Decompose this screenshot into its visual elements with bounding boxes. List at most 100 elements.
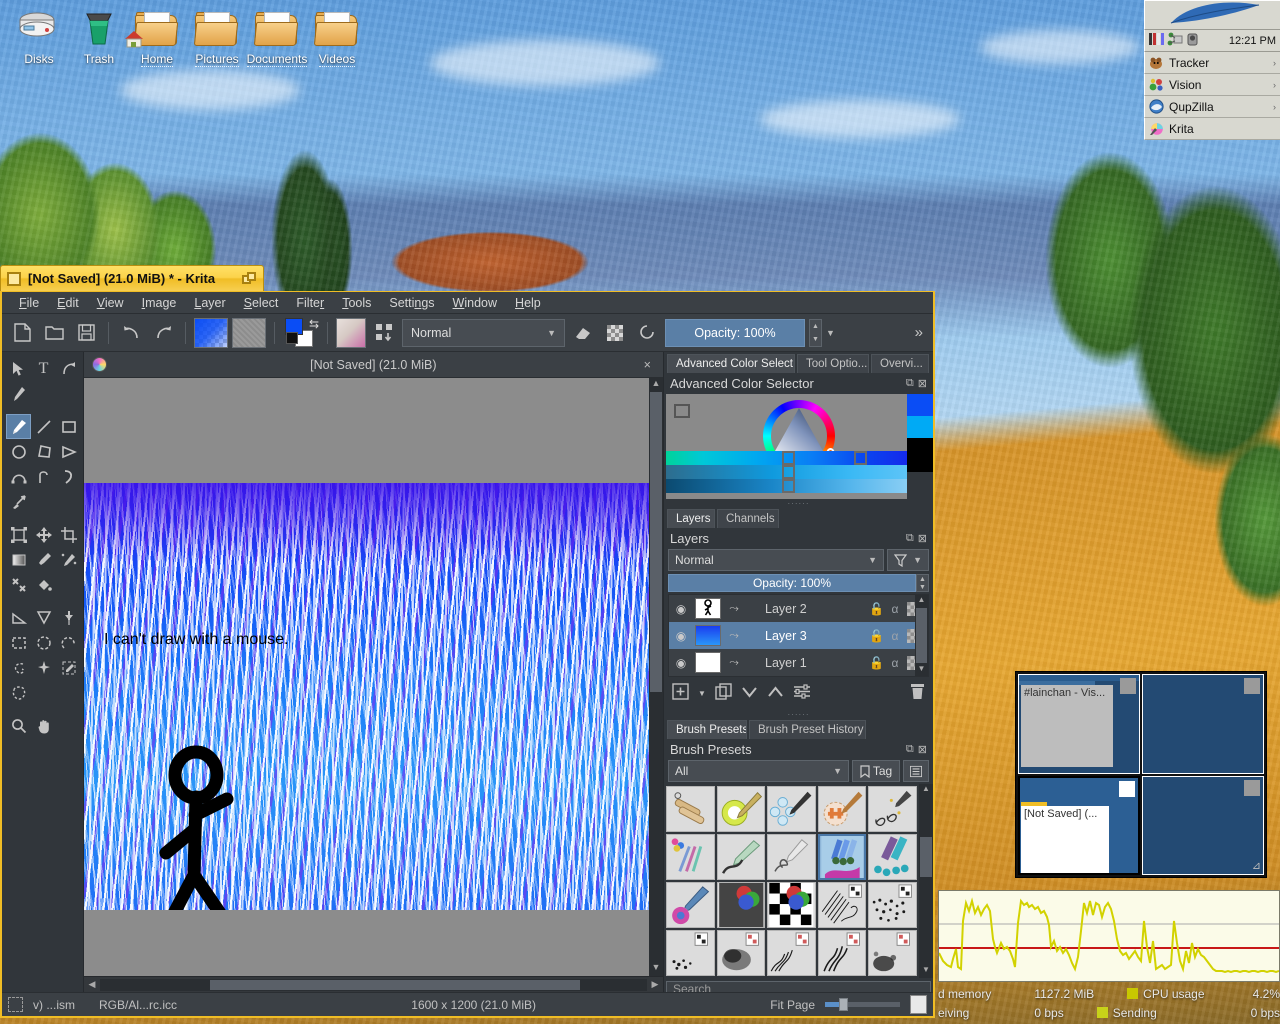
tab-channels[interactable]: Channels — [717, 509, 779, 528]
rectangular-selection-tool[interactable] — [6, 630, 31, 655]
eraser-mode-button[interactable] — [569, 319, 597, 347]
brush-preset-cell[interactable] — [716, 834, 766, 880]
close-icon[interactable]: ⊠ — [918, 743, 927, 756]
new-document-button[interactable] — [8, 319, 36, 347]
layer-name[interactable]: Layer 2 — [747, 602, 865, 616]
menu-tools[interactable]: Tools — [333, 294, 380, 312]
polygonal-selection-tool[interactable] — [56, 630, 81, 655]
layer-lock-icon[interactable]: 🔓 — [869, 629, 884, 643]
deskbar-item-krita[interactable]: Krita — [1144, 118, 1280, 140]
menu-settings[interactable]: Settings — [380, 294, 443, 312]
gradient-tool[interactable] — [6, 547, 31, 572]
delete-layer-button[interactable] — [910, 683, 925, 704]
canvas-viewport[interactable]: I can't draw with a mouse. ▲ ▼ — [84, 378, 663, 976]
scrollbar-thumb[interactable] — [210, 979, 580, 990]
hue-marker[interactable] — [782, 451, 795, 465]
layer-name[interactable]: Layer 3 — [747, 629, 865, 643]
duplicate-layer-button[interactable] — [715, 683, 732, 704]
tab-layers[interactable]: Layers — [667, 509, 715, 528]
menu-image[interactable]: Image — [133, 294, 186, 312]
opacity-slider[interactable]: Opacity: 100% — [665, 318, 805, 347]
brush-preset-cell[interactable] — [767, 834, 816, 880]
resize-handle[interactable]: ⊿ — [1252, 859, 1261, 872]
foreground-background-color[interactable]: ⇆ — [285, 317, 319, 348]
move-layer-up-button[interactable] — [767, 685, 784, 703]
float-icon[interactable]: ⧉ — [906, 377, 914, 390]
freehand-brush-tool[interactable] — [6, 414, 31, 439]
status-bar[interactable]: v) ...ism RGB/Al...rc.icc 1600 x 1200 (2… — [2, 992, 933, 1016]
brush-preset-cell[interactable] — [666, 930, 715, 976]
dock-splitter[interactable]: ······ — [664, 499, 933, 508]
zoom-reset-button[interactable] — [910, 995, 927, 1014]
default-colors-icon[interactable] — [286, 331, 298, 344]
select-shapes-tool[interactable] — [6, 356, 31, 381]
brush-preset-cell[interactable] — [767, 786, 816, 832]
volume-icon[interactable] — [1186, 32, 1200, 49]
pan-tool[interactable] — [31, 713, 56, 738]
dynamic-brush-tool[interactable] — [56, 464, 81, 489]
scrollbar-track[interactable] — [100, 978, 647, 991]
close-box-icon[interactable] — [7, 271, 21, 286]
scroll-up-arrow[interactable]: ▲ — [919, 784, 933, 797]
color-history-swatches[interactable] — [907, 394, 933, 499]
brush-preset-cell-selected[interactable] — [817, 834, 867, 880]
layers-list[interactable]: ◉ ⤳ Layer 2 🔓 α ◉ ⤳ Layer 3 🔓 α ◉ ⤳ Laye… — [668, 594, 929, 677]
canvas-horizontal-scrollbar[interactable]: ◀ ▶ — [84, 976, 663, 992]
close-icon[interactable]: × — [640, 358, 655, 372]
saturation-marker[interactable] — [782, 465, 795, 479]
gradient-swatch-button[interactable] — [194, 317, 228, 348]
layer-alpha-icon[interactable]: α — [888, 629, 902, 643]
contiguous-selection-tool[interactable] — [31, 655, 56, 680]
scrollbar-thumb[interactable] — [920, 837, 932, 877]
polygon-tool[interactable] — [31, 439, 56, 464]
rectangle-tool[interactable] — [56, 414, 81, 439]
line-tool[interactable] — [31, 414, 56, 439]
menu-help[interactable]: Help — [506, 294, 550, 312]
layer-lock-icon[interactable]: 🔓 — [869, 656, 884, 670]
measure-tool[interactable] — [6, 605, 31, 630]
tab-brush-preset-history[interactable]: Brush Preset History — [749, 720, 866, 739]
layer-alpha-icon[interactable]: α — [888, 602, 902, 616]
brush-preset-cell[interactable] — [666, 834, 715, 880]
brush-preset-cell[interactable] — [817, 930, 867, 976]
layer-inherit-alpha-icon[interactable]: ⤳ — [725, 628, 743, 643]
main-toolbar[interactable]: ⇆ Normal ▼ Opacity: 100% ▲ ▼ ▼ » — [2, 314, 933, 352]
workspace-pager[interactable]: #lainchan - Vis... [Not Saved] (... ⊿ — [1015, 671, 1267, 878]
scroll-down-arrow[interactable]: ▼ — [915, 664, 928, 676]
zoom-label[interactable]: Fit Page — [770, 998, 815, 1012]
document-tab[interactable]: [Not Saved] (21.0 MiB) × — [84, 352, 663, 378]
color-profile[interactable]: RGB/Al...rc.icc — [99, 998, 177, 1012]
layer-name[interactable]: Layer 1 — [747, 656, 865, 670]
brush-preset-cell[interactable] — [716, 930, 766, 976]
color-sampler-tool[interactable] — [31, 547, 56, 572]
layer-opacity-slider[interactable]: Opacity: 100% — [668, 574, 916, 592]
chevron-down-icon[interactable]: ▼ — [826, 328, 835, 338]
table-row[interactable]: ◉ ⤳ Layer 3 🔓 α — [669, 622, 928, 649]
desktop-icon-videos[interactable]: Videos — [298, 8, 376, 67]
workspace-3-active[interactable]: [Not Saved] (... — [1018, 775, 1140, 875]
brush-preset-preview-button[interactable] — [336, 317, 366, 348]
window-titlebar[interactable]: [Not Saved] (21.0 MiB) * - Krita — [0, 265, 264, 291]
scroll-up-arrow[interactable]: ▲ — [649, 378, 663, 392]
history-swatch-blue[interactable] — [907, 394, 933, 416]
deskbar[interactable]: 12:21 PM Tracker › Vision › QupZilla › K… — [1144, 0, 1280, 140]
layer-visibility-toggle[interactable]: ◉ — [671, 656, 691, 670]
elliptical-selection-tool[interactable] — [31, 630, 56, 655]
menu-file[interactable]: File — [10, 294, 48, 312]
add-layer-button[interactable] — [672, 683, 689, 704]
undo-button[interactable] — [117, 319, 145, 347]
zoom-box-icon[interactable] — [242, 271, 257, 286]
brush-preset-cell[interactable] — [868, 882, 917, 928]
network-icon[interactable] — [1167, 32, 1183, 49]
table-row[interactable]: ◉ ⤳ Layer 2 🔓 α — [669, 595, 928, 622]
deskbar-item-tracker[interactable]: Tracker › — [1144, 52, 1280, 74]
brush-preset-cell[interactable] — [817, 786, 867, 832]
close-icon[interactable]: ⊠ — [918, 532, 927, 545]
layer-filter-button[interactable]: ▼ — [887, 549, 929, 571]
brush-preset-cell[interactable] — [868, 786, 917, 832]
brush-preset-cell[interactable] — [767, 882, 816, 928]
menu-layer[interactable]: Layer — [185, 294, 234, 312]
deskbar-clock[interactable]: 12:21 PM — [1229, 35, 1276, 47]
layer-inherit-alpha-icon[interactable]: ⤳ — [725, 655, 743, 670]
tab-advanced-color-selector[interactable]: Advanced Color Select... — [667, 354, 795, 373]
